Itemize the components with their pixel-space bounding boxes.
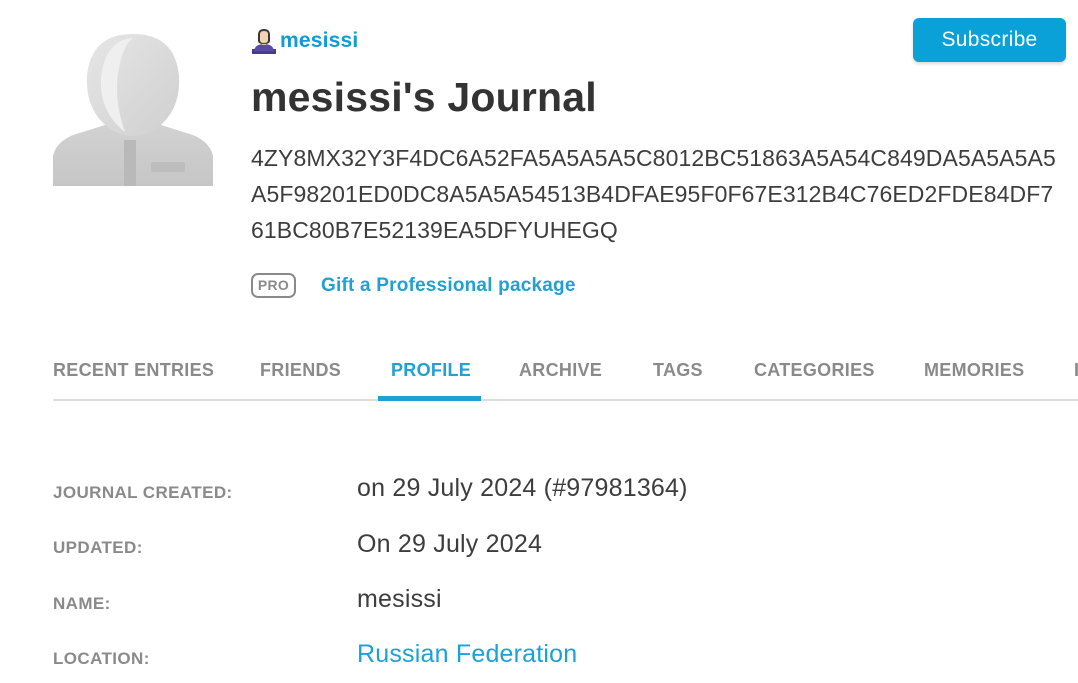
tab-friends[interactable]: FRIENDS — [260, 360, 341, 381]
tab-categories[interactable]: CATEGORIES — [754, 360, 875, 381]
tab-tags[interactable]: TAGS — [653, 360, 703, 381]
journal-tabs: RECENT ENTRIES FRIENDS PROFILE ARCHIVE T… — [53, 348, 1078, 401]
tab-memories[interactable]: MEMORIES — [924, 360, 1024, 381]
tab-more[interactable]: I — [1074, 360, 1078, 381]
journal-description: 4ZY8MX32Y3F4DC6A52FA5A5A5A5C8012BC51863A… — [251, 145, 1056, 243]
tab-profile[interactable]: PROFILE — [391, 360, 471, 381]
username-link[interactable]: mesissi — [280, 29, 358, 53]
location-label: LOCATION: — [53, 649, 150, 668]
active-tab-indicator — [378, 396, 481, 401]
username-line: mesissi — [251, 27, 358, 55]
subscribe-button[interactable]: Subscribe — [913, 18, 1066, 62]
default-avatar-icon — [53, 34, 213, 186]
updated-value: On 29 July 2024 — [357, 530, 543, 558]
location-link[interactable]: Russian Federation — [357, 640, 577, 669]
user-avatar[interactable] — [53, 28, 213, 186]
journal-title: mesissi's Journal — [251, 74, 597, 120]
tab-archive[interactable]: ARCHIVE — [519, 360, 602, 381]
pro-badge: PRO — [251, 273, 296, 298]
journal-created-label: JOURNAL CREATED: — [53, 483, 233, 502]
gift-professional-link[interactable]: Gift a Professional package — [321, 275, 576, 297]
user-icon — [252, 29, 276, 54]
pro-row: PRO Gift a Professional package — [251, 272, 576, 299]
updated-label: UPDATED: — [53, 538, 143, 557]
tab-recent-entries[interactable]: RECENT ENTRIES — [53, 360, 214, 381]
name-value: mesissi — [357, 585, 442, 613]
name-label: NAME: — [53, 594, 111, 613]
journal-created-value: on 29 July 2024 (#97981364) — [357, 474, 688, 502]
